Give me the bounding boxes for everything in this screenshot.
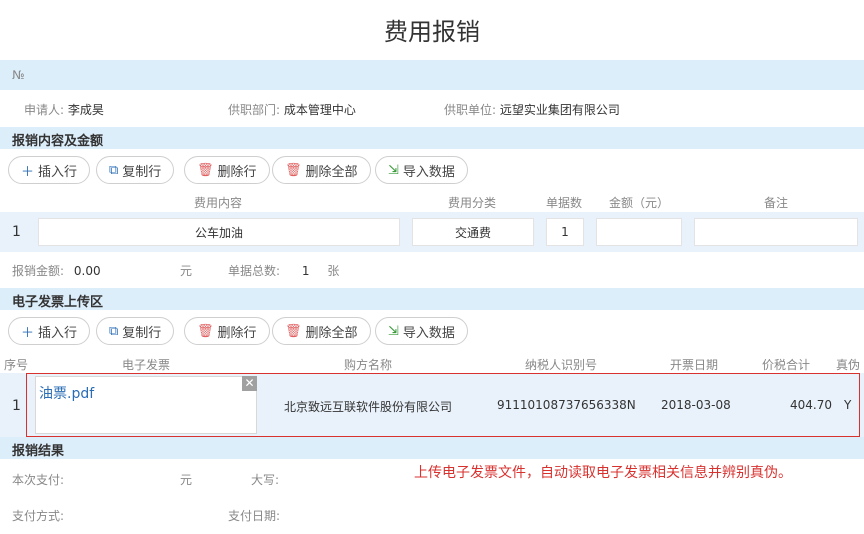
docs-total-label: 单据总数: <box>228 264 281 278</box>
invoice-buyer: 北京致远互联软件股份有限公司 <box>284 400 453 414</box>
column-header-remark: 备注 <box>764 196 789 210</box>
delete-all-label: 删除全部 <box>305 164 358 180</box>
applicant-value: 李成昊 <box>67 103 104 117</box>
capital-amount-label: 大写: <box>251 473 280 487</box>
invoice-row-index: 1 <box>12 398 21 414</box>
unit-value: 远望实业集团有限公司 <box>499 103 620 117</box>
payment-method-label: 支付方式: <box>12 509 65 523</box>
docs-total-value: 1 <box>301 264 310 278</box>
expense-category-field[interactable]: 交通费 <box>412 218 534 246</box>
docs-total: 单据总数: 1 张 <box>228 262 339 279</box>
expense-section-bar <box>0 127 864 149</box>
page-title: 费用报销 <box>384 18 480 46</box>
invoice-taxpayer-id: 91110108737656338N <box>497 398 636 412</box>
invoice-upload-box[interactable]: 油票.pdf <box>35 376 257 434</box>
insert-row-label: 插入行 <box>38 164 78 180</box>
trash-all-icon: 🗑 <box>285 162 302 178</box>
reimbursement-amount-value: 0.00 <box>73 264 101 278</box>
unit-field: 供职单位: 远望实业集团有限公司 <box>444 101 620 118</box>
plus-icon: ＋ <box>21 164 35 180</box>
invoice-import-data-label: 导入数据 <box>402 325 455 341</box>
import-data-button[interactable]: ⇲ 导入数据 <box>375 156 468 184</box>
invoice-delete-row-button[interactable]: 🗑 删除行 <box>184 317 270 345</box>
payment-date-label: 支付日期: <box>228 509 281 523</box>
expense-remark-field[interactable] <box>694 218 858 246</box>
import-icon: ⇲ <box>388 162 399 178</box>
invoice-section-title: 电子发票上传区 <box>12 295 104 310</box>
number-label: № <box>12 68 25 82</box>
copy-row-label: 复制行 <box>122 164 162 180</box>
trash-icon: 🗑 <box>197 162 214 178</box>
column-header-category: 费用分类 <box>448 196 497 210</box>
docs-total-unit: 张 <box>327 264 340 278</box>
delete-row-button[interactable]: 🗑 删除行 <box>184 156 270 184</box>
invoice-insert-row-label: 插入行 <box>38 325 78 341</box>
copy-icon: ⧉ <box>109 162 119 178</box>
invoice-delete-row-label: 删除行 <box>217 325 257 341</box>
invoice-copy-row-button[interactable]: ⧉ 复制行 <box>96 317 175 345</box>
expense-row-index: 1 <box>12 224 21 240</box>
import-icon: ⇲ <box>388 323 399 339</box>
department-field: 供职部门: 成本管理中心 <box>228 101 356 118</box>
column-header-date: 开票日期 <box>670 358 719 372</box>
result-section-title: 报销结果 <box>12 444 65 459</box>
column-header-invoice: 电子发票 <box>122 358 171 372</box>
column-header-taxpayer-id: 纳税人识别号 <box>525 358 598 372</box>
column-header-amount: 金额（元） <box>609 196 670 210</box>
invoice-date: 2018-03-08 <box>661 398 731 412</box>
number-bar <box>0 60 864 90</box>
invoice-section-bar <box>0 288 864 310</box>
close-icon[interactable]: ✕ <box>242 376 257 391</box>
expense-section-title: 报销内容及金额 <box>12 134 104 149</box>
applicant-field: 申请人: 李成昊 <box>24 101 104 118</box>
copy-icon: ⧉ <box>109 323 119 339</box>
column-header-total: 价税合计 <box>762 358 811 372</box>
upload-hint-note: 上传电子发票文件，自动读取电子发票相关信息并辨别真伪。 <box>414 465 792 481</box>
payment-label: 本次支付: <box>12 473 65 487</box>
invoice-import-data-button[interactable]: ⇲ 导入数据 <box>375 317 468 345</box>
trash-all-icon: 🗑 <box>285 323 302 339</box>
department-value: 成本管理中心 <box>283 103 356 117</box>
expense-amount-field[interactable] <box>596 218 682 246</box>
invoice-authentic: Y <box>844 398 852 412</box>
result-section-bar <box>0 437 864 459</box>
column-header-content: 费用内容 <box>194 196 243 210</box>
invoice-delete-all-label: 删除全部 <box>305 325 358 341</box>
invoice-delete-all-button[interactable]: 🗑 删除全部 <box>272 317 371 345</box>
amount-unit: 元 <box>180 264 193 278</box>
column-header-docs: 单据数 <box>546 196 583 210</box>
trash-icon: 🗑 <box>197 323 214 339</box>
insert-row-button[interactable]: ＋插入行 <box>8 156 91 184</box>
import-data-label: 导入数据 <box>402 164 455 180</box>
expense-docs-field[interactable]: 1 <box>546 218 584 246</box>
column-header-seq: 序号 <box>4 358 29 372</box>
reimbursement-amount-label: 报销金额: <box>12 264 65 278</box>
invoice-insert-row-button[interactable]: ＋插入行 <box>8 317 91 345</box>
applicant-label: 申请人: <box>24 103 65 117</box>
column-header-authentic: 真伪 <box>836 358 861 372</box>
invoice-file-link[interactable]: 油票.pdf <box>39 383 94 403</box>
payment-unit: 元 <box>180 473 193 487</box>
department-label: 供职部门: <box>228 103 281 117</box>
delete-all-button[interactable]: 🗑 删除全部 <box>272 156 371 184</box>
expense-content-field[interactable]: 公车加油 <box>38 218 400 246</box>
delete-row-label: 删除行 <box>217 164 257 180</box>
plus-icon: ＋ <box>21 325 35 341</box>
reimbursement-amount: 报销金额: 0.00 <box>12 262 101 279</box>
column-header-buyer: 购方名称 <box>344 358 393 372</box>
invoice-copy-row-label: 复制行 <box>122 325 162 341</box>
unit-label: 供职单位: <box>444 103 497 117</box>
invoice-total: 404.70 <box>790 398 832 412</box>
copy-row-button[interactable]: ⧉ 复制行 <box>96 156 175 184</box>
